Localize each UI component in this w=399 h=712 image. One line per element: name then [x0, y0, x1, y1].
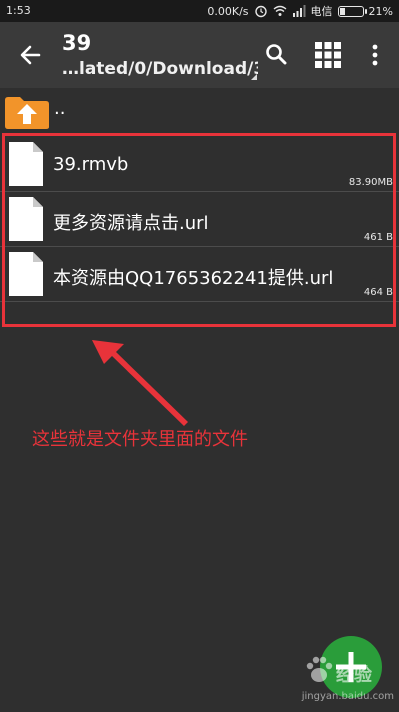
annotation-arrow-icon [92, 340, 188, 426]
file-size: 461 B [363, 232, 393, 243]
battery-level [339, 7, 345, 15]
grid-view-icon [315, 42, 341, 68]
path-breadcrumb[interactable]: …lated/0/Download/39 [62, 59, 258, 79]
file-row[interactable]: 39.rmvb 83.90MB [0, 137, 399, 192]
file-name: 更多资源请点击.url [53, 213, 209, 234]
parent-directory-row[interactable]: .. [0, 92, 399, 132]
folder-title: 39 [62, 31, 92, 55]
app-bar: 39 …lated/0/Download/39 [0, 22, 399, 88]
search-button[interactable] [261, 39, 291, 69]
back-arrow-icon [20, 45, 41, 65]
file-icon [9, 142, 43, 186]
grid-view-button[interactable] [312, 39, 344, 71]
network-speed: 0.00K/s [207, 4, 249, 18]
battery-icon [337, 5, 367, 17]
search-icon [266, 44, 287, 65]
file-row[interactable]: 本资源由QQ1765362241提供.url 464 B [0, 247, 399, 302]
file-name: 本资源由QQ1765362241提供.url [53, 268, 334, 289]
watermark-url: jingyan.baidu.com [301, 691, 394, 702]
file-icon [9, 197, 43, 241]
file-size: 464 B [363, 287, 393, 298]
watermark: 经验 jingyan.baidu.com [300, 655, 396, 707]
file-name: 39.rmvb [53, 154, 129, 175]
alarm-icon [254, 5, 267, 18]
battery-percent: 21% [368, 4, 393, 18]
file-list: 39.rmvb 83.90MB 更多资源请点击.url 461 B 本资源由QQ… [0, 137, 399, 302]
annotation-text: 这些就是文件夹里面的文件 [32, 429, 248, 450]
file-icon [9, 252, 43, 296]
file-size: 83.90MB [348, 177, 393, 188]
carrier-name: 电信 [310, 5, 333, 18]
watermark-brand: 经验 [336, 665, 372, 686]
parent-directory-label: .. [54, 98, 66, 119]
status-icons: 0.00K/s 电信 21% [207, 3, 393, 19]
signal-icon [292, 5, 306, 17]
more-vertical-icon [372, 44, 378, 66]
baidu-paw-icon [306, 656, 333, 682]
back-button[interactable] [14, 39, 46, 71]
path-dropdown-caret-icon[interactable] [251, 74, 257, 80]
status-time: 1:53 [6, 4, 31, 17]
status-bar: 1:53 0.00K/s 电信 21% [0, 0, 399, 22]
file-row[interactable]: 更多资源请点击.url 461 B [0, 192, 399, 247]
wifi-icon [273, 5, 286, 16]
folder-up-icon [5, 97, 49, 129]
more-options-button[interactable] [364, 39, 386, 71]
